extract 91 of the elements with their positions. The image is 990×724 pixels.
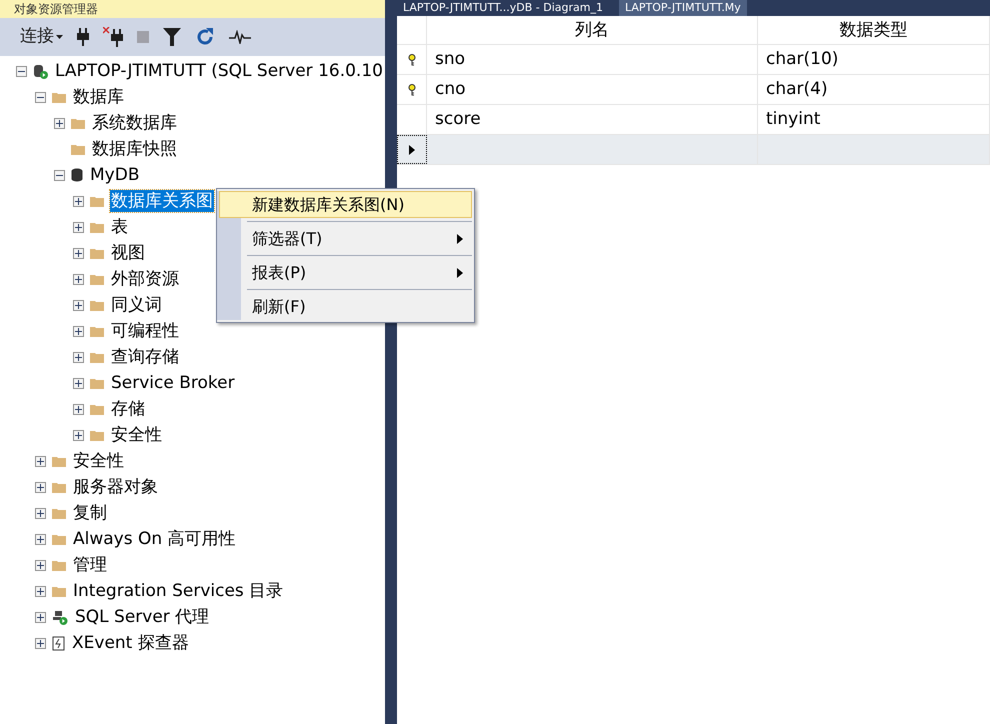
column-header: 数据类型 [758, 16, 990, 44]
tree-item[interactable]: Service Broker [110, 372, 236, 394]
document-tab[interactable]: LAPTOP-JTIMTUTT.My [619, 0, 747, 16]
expand-icon[interactable] [73, 326, 84, 336]
panel-title: 对象资源管理器 [0, 0, 385, 18]
expand-icon[interactable] [35, 638, 46, 648]
folder-icon [52, 455, 66, 467]
tree-item[interactable]: SQL Server 代理 [74, 606, 210, 628]
collapse-icon[interactable] [35, 92, 46, 102]
folder-icon [90, 325, 104, 337]
table-cell-text: char(4) [766, 78, 828, 101]
plug-icon[interactable] [77, 28, 89, 46]
menu-item[interactable]: 报表(P) [219, 259, 472, 286]
expand-icon[interactable] [35, 508, 46, 518]
menu-item[interactable]: 刷新(F) [219, 293, 472, 320]
tree-item[interactable]: 数据库 [72, 86, 125, 108]
collapse-icon[interactable] [54, 170, 65, 180]
folder-icon [90, 429, 104, 441]
folder-icon [52, 533, 66, 545]
database-icon [71, 168, 83, 182]
folder-icon [71, 117, 85, 129]
row-header[interactable] [397, 135, 427, 164]
expand-icon[interactable] [73, 248, 84, 258]
refresh-icon[interactable] [195, 27, 215, 47]
expand-icon[interactable] [35, 586, 46, 596]
tree-item[interactable]: Integration Services 目录 [72, 580, 284, 602]
table-cell-text: cno [435, 78, 466, 101]
tree-item[interactable]: 管理 [72, 554, 108, 576]
expand-icon[interactable] [54, 118, 65, 128]
folder-icon [90, 273, 104, 285]
folder-icon [90, 299, 104, 311]
folder-icon [52, 585, 66, 597]
folder-icon [52, 559, 66, 571]
agent-icon [52, 610, 68, 624]
connect-button[interactable]: 连接 [20, 24, 63, 50]
tree-item[interactable]: 同义词 [110, 294, 163, 316]
tree-item[interactable]: 复制 [72, 502, 108, 524]
folder-icon [52, 91, 66, 103]
tree-item[interactable]: XEvent 探查器 [71, 632, 190, 654]
expand-icon[interactable] [35, 612, 46, 622]
event-icon [52, 636, 65, 650]
disconnect-icon[interactable] [103, 27, 123, 47]
tree-item[interactable]: 安全性 [72, 450, 125, 472]
expand-icon[interactable] [73, 404, 84, 414]
expand-icon[interactable] [73, 378, 84, 388]
filter-icon[interactable] [163, 28, 181, 46]
folder-icon [90, 403, 104, 415]
tree-item[interactable]: Always On 高可用性 [72, 528, 237, 550]
folder-icon [52, 481, 66, 493]
folder-icon [90, 247, 104, 259]
table-cell-text: tinyint [766, 108, 820, 131]
server-icon [33, 64, 48, 78]
tree-item[interactable]: 安全性 [110, 424, 163, 446]
expand-icon[interactable] [73, 430, 84, 440]
folder-icon [52, 507, 66, 519]
tree-item[interactable]: 外部资源 [110, 268, 180, 290]
caret-icon [56, 35, 63, 39]
folder-icon [90, 195, 104, 207]
column-header: 列名 [427, 16, 758, 44]
expand-icon[interactable] [73, 300, 84, 310]
tree-item[interactable]: 数据库快照 [91, 138, 178, 160]
folder-icon [90, 351, 104, 363]
table-cell-text: score [435, 108, 481, 131]
folder-icon [90, 377, 104, 389]
menu-item[interactable]: 筛选器(T) [219, 225, 472, 252]
tree-item[interactable]: 存储 [110, 398, 146, 420]
tree-item[interactable]: MyDB [89, 164, 140, 186]
expand-icon[interactable] [73, 352, 84, 362]
tree-item[interactable]: 表 [110, 216, 129, 238]
expand-icon[interactable] [73, 274, 84, 284]
tree-item[interactable]: 服务器对象 [72, 476, 159, 498]
table-cell-text: char(10) [766, 48, 838, 71]
menu-item[interactable]: 新建数据库关系图(N) [219, 191, 472, 218]
tree-item[interactable]: 查询存储 [110, 346, 180, 368]
expand-icon[interactable] [35, 456, 46, 466]
table-cell-text: sno [435, 48, 466, 71]
tree-item[interactable]: 数据库关系图 [110, 190, 214, 212]
collapse-icon[interactable] [16, 66, 27, 76]
tree-item[interactable]: 视图 [110, 242, 146, 264]
expand-icon[interactable] [35, 560, 46, 570]
tree-item[interactable]: LAPTOP-JTIMTUTT (SQL Server 16.0.10 [54, 60, 384, 82]
tree-item[interactable]: 系统数据库 [91, 112, 178, 134]
expand-icon[interactable] [73, 196, 84, 206]
expand-icon[interactable] [35, 482, 46, 492]
current-row-icon [409, 144, 415, 154]
folder-icon [90, 221, 104, 233]
activity-icon[interactable] [229, 30, 251, 44]
tree-item[interactable]: 可编程性 [110, 320, 180, 342]
folder-icon [71, 143, 85, 155]
expand-icon[interactable] [73, 222, 84, 232]
expand-icon[interactable] [35, 534, 46, 544]
